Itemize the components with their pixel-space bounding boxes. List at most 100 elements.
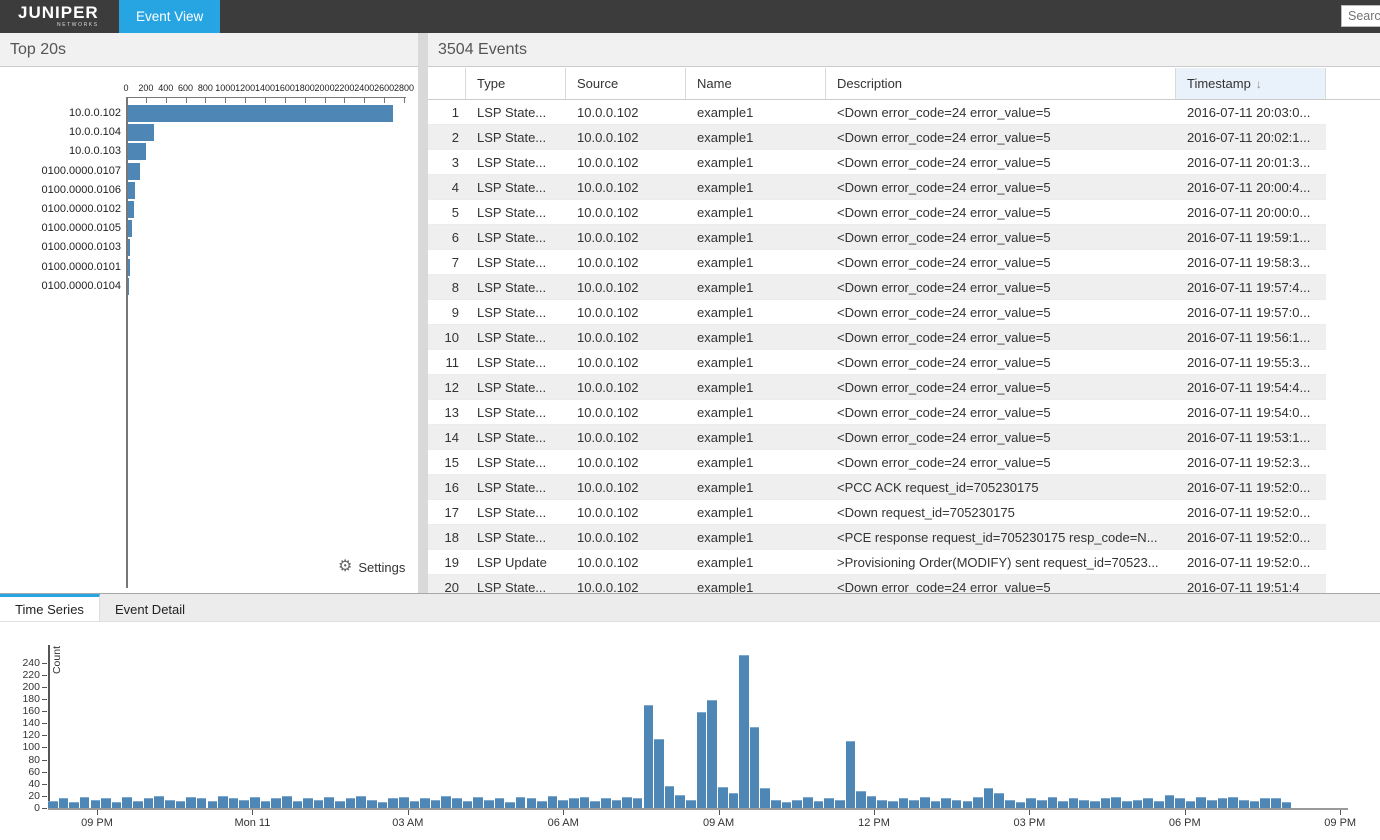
table-row[interactable]: 14LSP State...10.0.0.102example1<Down er… (428, 425, 1326, 450)
column-header-timestamp[interactable]: Timestamp↓ (1176, 68, 1326, 99)
top20-bar (128, 239, 130, 256)
timeseries-bar (548, 796, 558, 808)
cell-type: LSP State... (466, 350, 566, 374)
table-row[interactable]: 20LSP State...10.0.0.102example1<Down er… (428, 575, 1326, 593)
table-row[interactable]: 6LSP State...10.0.0.102example1<Down err… (428, 225, 1326, 250)
cell-timestamp: 2016-07-11 19:57:4... (1176, 275, 1326, 299)
timeseries-bar (973, 797, 983, 808)
timeseries-x-tick (719, 810, 720, 815)
cell-source: 10.0.0.102 (566, 300, 686, 324)
cell-timestamp: 2016-07-11 19:54:0... (1176, 400, 1326, 424)
timeseries-bar (707, 700, 717, 808)
top20-axis-tick (126, 97, 127, 103)
cell-rownum: 2 (428, 125, 466, 149)
top20-axis-tick (325, 97, 326, 103)
timeseries-y-tick-label: 140 (0, 717, 40, 729)
column-header-description[interactable]: Description (826, 68, 1176, 99)
timeseries-bar (91, 800, 101, 808)
cell-type: LSP State... (466, 425, 566, 449)
column-header-source[interactable]: Source (566, 68, 686, 99)
timeseries-x-tick-label: 09 PM (67, 817, 127, 829)
table-row[interactable]: 10LSP State...10.0.0.102example1<Down er… (428, 325, 1326, 350)
top20-axis-tick (146, 97, 147, 103)
timeseries-bar (1058, 801, 1068, 808)
table-row[interactable]: 7LSP State...10.0.0.102example1<Down err… (428, 250, 1326, 275)
timeseries-y-tick-label: 240 (0, 657, 40, 669)
cell-timestamp: 2016-07-11 19:59:1... (1176, 225, 1326, 249)
column-header-type[interactable]: Type (466, 68, 566, 99)
timeseries-y-tick-label: 0 (0, 802, 40, 814)
timeseries-bar (665, 786, 675, 808)
top20-category-label: 0100.0000.0104 (0, 280, 121, 292)
cell-description: <Down error_code=24 error_value=5 (826, 125, 1176, 149)
timeseries-bar (516, 797, 526, 808)
table-row[interactable]: 11LSP State...10.0.0.102example1<Down er… (428, 350, 1326, 375)
table-row[interactable]: 4LSP State...10.0.0.102example1<Down err… (428, 175, 1326, 200)
cell-timestamp: 2016-07-11 19:52:0... (1176, 550, 1326, 574)
cell-source: 10.0.0.102 (566, 475, 686, 499)
cell-type: LSP State... (466, 475, 566, 499)
top20-category-label: 0100.0000.0105 (0, 222, 121, 234)
cell-description: <Down error_code=24 error_value=5 (826, 200, 1176, 224)
bottom-tabbar: Time Series Event Detail (0, 594, 1380, 622)
timeseries-x-axis-line (48, 808, 1348, 810)
cell-description: <Down error_code=24 error_value=5 (826, 250, 1176, 274)
timeseries-bar (1228, 797, 1238, 808)
tab-event-detail[interactable]: Event Detail (100, 594, 200, 621)
table-row[interactable]: 17LSP State...10.0.0.102example1<Down re… (428, 500, 1326, 525)
timeseries-x-tick-label: 03 AM (378, 817, 438, 829)
cell-type: LSP State... (466, 400, 566, 424)
timeseries-y-tick-label: 40 (0, 778, 40, 790)
top20-bar (128, 143, 146, 160)
cell-source: 10.0.0.102 (566, 100, 686, 124)
cell-rownum: 11 (428, 350, 466, 374)
table-row[interactable]: 15LSP State...10.0.0.102example1<Down er… (428, 450, 1326, 475)
search-input[interactable] (1341, 5, 1380, 27)
table-row[interactable]: 12LSP State...10.0.0.102example1<Down er… (428, 375, 1326, 400)
cell-type: LSP State... (466, 300, 566, 324)
timeseries-bar (293, 801, 303, 808)
table-row[interactable]: 1LSP State...10.0.0.102example1<Down err… (428, 100, 1326, 125)
cell-description: <Down error_code=24 error_value=5 (826, 175, 1176, 199)
timeseries-bar (686, 800, 696, 808)
timeseries-bar (69, 802, 79, 808)
top20-axis-tick (344, 97, 345, 103)
cell-name: example1 (686, 475, 826, 499)
table-row[interactable]: 2LSP State...10.0.0.102example1<Down err… (428, 125, 1326, 150)
column-header-rownum[interactable] (428, 68, 466, 99)
nav-tab-event-view[interactable]: Event View (119, 0, 220, 33)
timeseries-y-tick (42, 796, 47, 797)
cell-description: <Down error_code=24 error_value=5 (826, 275, 1176, 299)
timeseries-x-tick (408, 810, 409, 815)
timeseries-y-tick-label: 80 (0, 754, 40, 766)
timeseries-y-tick (42, 784, 47, 785)
cell-description: <Down error_code=24 error_value=5 (826, 400, 1176, 424)
cell-name: example1 (686, 200, 826, 224)
cell-description: <Down error_code=24 error_value=5 (826, 350, 1176, 374)
top20-bar (128, 182, 135, 199)
cell-source: 10.0.0.102 (566, 175, 686, 199)
table-row[interactable]: 18LSP State...10.0.0.102example1<PCE res… (428, 525, 1326, 550)
top20-axis-tick (186, 97, 187, 103)
cell-type: LSP State... (466, 450, 566, 474)
settings-button[interactable]: ⚙ Settings (338, 558, 405, 576)
timeseries-bar (1005, 800, 1015, 808)
table-row[interactable]: 3LSP State...10.0.0.102example1<Down err… (428, 150, 1326, 175)
table-row[interactable]: 13LSP State...10.0.0.102example1<Down er… (428, 400, 1326, 425)
table-row[interactable]: 19LSP Update10.0.0.102example1>Provision… (428, 550, 1326, 575)
column-header-name[interactable]: Name (686, 68, 826, 99)
table-row[interactable]: 9LSP State...10.0.0.102example1<Down err… (428, 300, 1326, 325)
timeseries-bar (112, 802, 122, 808)
timeseries-y-tick (42, 663, 47, 664)
table-row[interactable]: 5LSP State...10.0.0.102example1<Down err… (428, 200, 1326, 225)
timeseries-y-tick-label: 160 (0, 705, 40, 717)
cell-timestamp: 2016-07-11 20:00:4... (1176, 175, 1326, 199)
cell-rownum: 4 (428, 175, 466, 199)
top20-axis-tick-label: 2800 (384, 83, 418, 93)
timeseries-y-tick (42, 723, 47, 724)
table-row[interactable]: 8LSP State...10.0.0.102example1<Down err… (428, 275, 1326, 300)
table-row[interactable]: 16LSP State...10.0.0.102example1<PCC ACK… (428, 475, 1326, 500)
timeseries-bar (803, 797, 813, 808)
cell-description: <Down error_code=24 error_value=5 (826, 375, 1176, 399)
tab-time-series[interactable]: Time Series (0, 594, 100, 621)
